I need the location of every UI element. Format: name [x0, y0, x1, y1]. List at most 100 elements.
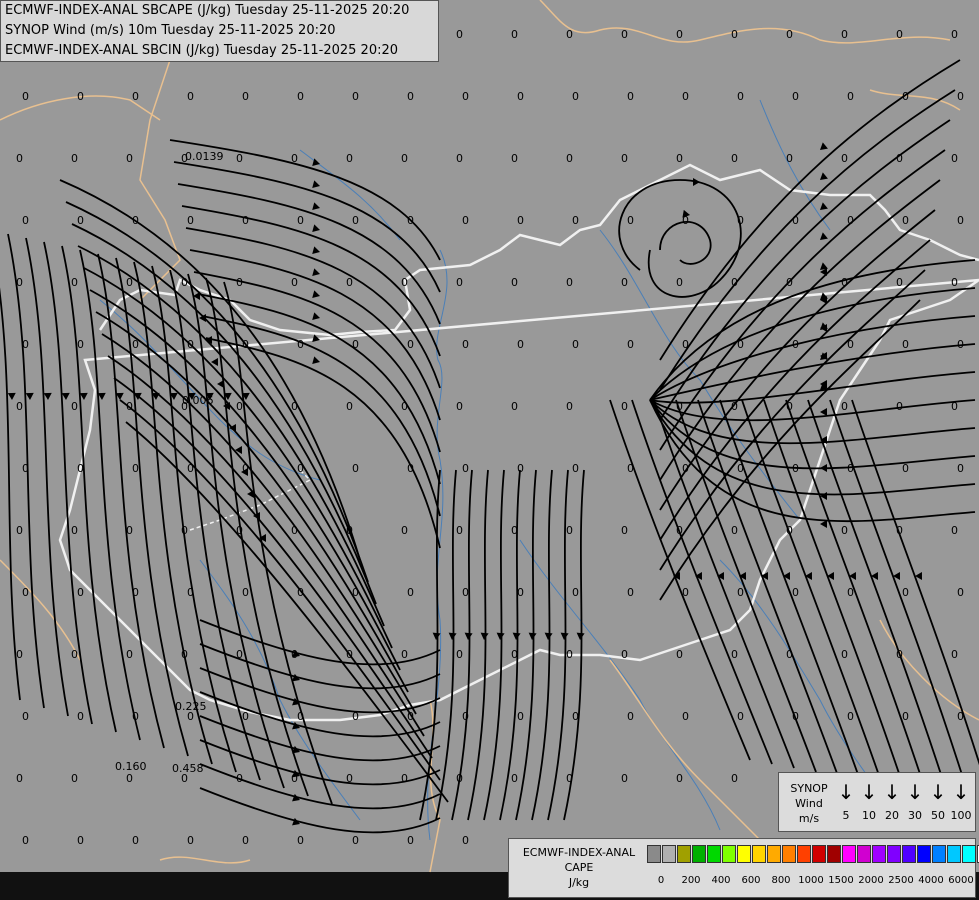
wind-legend-arrow-icon: ↓	[860, 780, 878, 804]
grid-value: 0	[572, 90, 579, 103]
header-line-sbcin: ECMWF-INDEX-ANAL SBCIN (J/kg) Tuesday 25…	[5, 43, 399, 58]
grid-value: 0	[902, 462, 909, 475]
grid-value: 0	[627, 462, 634, 475]
grid-value: 0	[786, 524, 793, 537]
grid-value: 0	[951, 28, 958, 41]
streamline	[547, 469, 569, 821]
streamline	[659, 89, 956, 391]
grid-value: 0	[957, 214, 964, 227]
grid-value: 0	[627, 710, 634, 723]
grid-value: 0	[462, 214, 469, 227]
grid-value: 0	[676, 524, 683, 537]
region-borders	[0, 0, 979, 873]
grid-value: 0	[71, 152, 78, 165]
grid-value: 0	[896, 648, 903, 661]
grid-value: 0	[291, 400, 298, 413]
grid-value: 0	[242, 834, 249, 847]
cape-legend-title: ECMWF-INDEX-ANAL CAPE J/kg	[513, 845, 645, 890]
header-line-synop-wind: SYNOP Wind (m/s) 10m Tuesday 25-11-2025 …	[5, 23, 336, 38]
wind-legend-arrow-icon: ↓	[929, 780, 947, 804]
streamline-arrow	[480, 632, 489, 640]
grid-value: 0	[676, 772, 683, 785]
grid-value: 0	[22, 834, 29, 847]
grid-value: 0	[896, 152, 903, 165]
streamline-arrow	[820, 142, 828, 150]
grid-value: 0	[401, 648, 408, 661]
wind-legend-title-synop: SYNOP	[790, 782, 828, 795]
grid-value: 0	[517, 586, 524, 599]
grid-value: 0	[236, 772, 243, 785]
streamline-arrow	[464, 632, 473, 640]
streamline	[435, 469, 457, 821]
grid-value: 0	[572, 710, 579, 723]
streamline	[97, 253, 165, 749]
streamline-arrow	[820, 464, 827, 472]
wind-legend-arrow-icon: ↓	[883, 780, 901, 804]
grid-value: 0	[786, 152, 793, 165]
streamline	[0, 287, 21, 701]
grid-value: 0	[682, 462, 689, 475]
grid-value: 0	[22, 214, 29, 227]
cape-scale-label: 2000	[858, 875, 884, 886]
grid-value: 0	[676, 28, 683, 41]
grid-value: 0	[297, 834, 304, 847]
grid-value: 0	[242, 214, 249, 227]
grid-value: 0	[682, 338, 689, 351]
grid-value: 0	[132, 834, 139, 847]
grid-value: 0	[786, 400, 793, 413]
streamline-arrow	[312, 356, 320, 365]
grid-value: 0	[187, 214, 194, 227]
grid-value-nonzero: 0.225	[175, 700, 207, 713]
grid-value: 0	[462, 586, 469, 599]
grid-value: 0	[902, 586, 909, 599]
cape-color-swatch	[857, 845, 871, 863]
grid-value: 0	[77, 586, 84, 599]
cape-scale-label: 1000	[798, 875, 824, 886]
grid-value: 0	[951, 400, 958, 413]
streamline-arrow	[312, 312, 320, 321]
cape-color-swatch	[932, 845, 946, 863]
grid-value: 0	[517, 90, 524, 103]
grid-value: 0	[462, 338, 469, 351]
streamline	[515, 469, 537, 821]
grid-value: 0	[737, 90, 744, 103]
cape-scale-label: 600	[741, 875, 761, 886]
map-header: ECMWF-INDEX-ANAL SBCAPE (J/kg) Tuesday 2…	[0, 0, 439, 62]
grid-value: 0	[16, 772, 23, 785]
streamline-arrow	[312, 290, 320, 299]
streamline	[119, 399, 441, 781]
grid-value: 0	[291, 648, 298, 661]
grid-value: 0	[187, 834, 194, 847]
streamline	[563, 469, 585, 821]
cape-legend: ECMWF-INDEX-ANAL CAPE J/kg 0 200 400 600 800…	[508, 838, 979, 898]
grid-value: 0	[841, 648, 848, 661]
grid-value: 0	[236, 400, 243, 413]
weather-map[interactable]: 0 0 0 0 0 0 0 0 0 0 0 0 0 0 0 0 0 0 0 0 0 0 0 0 0 0 0 0 0 0 0 0 0 0 0 0 0 0 0 0…	[0, 0, 979, 900]
grid-value: 0	[16, 276, 23, 289]
grid-value: 0	[236, 524, 243, 537]
grid-value: 0	[16, 152, 23, 165]
grid-value: 0	[352, 338, 359, 351]
grid-value: 0	[462, 710, 469, 723]
grid-value: 0	[236, 276, 243, 289]
grid-value: 0	[737, 586, 744, 599]
cape-color-swatch	[947, 845, 961, 863]
grid-value: 0	[566, 648, 573, 661]
grid-value: 0	[621, 524, 628, 537]
grid-value: 0	[126, 276, 133, 289]
grid-value: 0	[242, 710, 249, 723]
grid-value: 0	[346, 152, 353, 165]
grid-value: 0	[462, 834, 469, 847]
cape-color-swatch	[677, 845, 691, 863]
streamline	[531, 469, 553, 821]
river-network	[99, 99, 901, 841]
grid-value: 0	[572, 338, 579, 351]
grid-value: 0	[242, 586, 249, 599]
cape-scale-label: 6000	[948, 875, 974, 886]
wind-legend-speed: 100	[950, 809, 972, 822]
grid-value: 0	[847, 586, 854, 599]
streamline	[649, 315, 976, 401]
grid-value: 0	[511, 648, 518, 661]
cape-scale-labels: 0 200 400 600 800 1000 1500 2000 2500 4000 6000	[647, 875, 974, 891]
cape-color-swatch	[647, 845, 661, 863]
